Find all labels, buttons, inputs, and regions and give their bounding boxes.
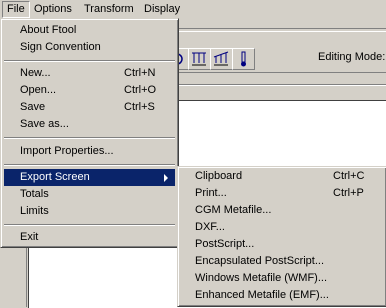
- menu-bar: File Options Transform Display: [0, 0, 386, 19]
- menu-item-emf[interactable]: Enhanced Metafile (EMF)...: [181, 287, 383, 304]
- linear-load-icon: [213, 51, 229, 66]
- menu-item-open[interactable]: Open... Ctrl+O: [4, 82, 175, 99]
- menu-item-label: PostScript...: [195, 238, 255, 250]
- menu-item-new[interactable]: New... Ctrl+N: [4, 65, 175, 82]
- menu-item-clipboard[interactable]: Clipboard Ctrl+C: [181, 168, 383, 185]
- menu-item-label: Encapsulated PostScript...: [195, 255, 325, 267]
- distributed-load-icon: [192, 52, 206, 66]
- shortcut-label: Ctrl+N: [124, 67, 156, 79]
- menu-item-encapsulated-postscript[interactable]: Encapsulated PostScript...: [181, 253, 383, 270]
- menu-item-print[interactable]: Print... Ctrl+P: [181, 185, 383, 202]
- thermometer-icon: [241, 51, 246, 67]
- menu-item-label: About Ftool: [20, 24, 77, 36]
- menu-item-label: Totals: [20, 188, 49, 200]
- menu-item-limits[interactable]: Limits: [4, 203, 175, 220]
- menu-item-label: Limits: [20, 205, 49, 217]
- menu-separator: [4, 224, 175, 226]
- menu-item-sign-convention[interactable]: Sign Convention: [4, 39, 175, 56]
- menu-item-label: Clipboard: [195, 170, 243, 182]
- linear-load-button[interactable]: [210, 48, 233, 70]
- menu-item-import-properties[interactable]: Import Properties...: [4, 143, 175, 160]
- menu-options[interactable]: Options: [30, 2, 76, 17]
- menu-separator: [4, 137, 175, 139]
- menu-item-label: Save: [20, 101, 46, 113]
- export-screen-submenu: Clipboard Ctrl+C Print... Ctrl+P CGM Metaf…: [177, 166, 386, 307]
- menu-item-label: DXF...: [195, 221, 225, 233]
- menu-item-export-screen[interactable]: Export Screen: [4, 169, 175, 186]
- menu-item-totals[interactable]: Totals: [4, 186, 175, 203]
- menu-item-exit[interactable]: Exit: [4, 229, 175, 246]
- shortcut-label: Ctrl+S: [124, 101, 155, 113]
- shortcut-label: Ctrl+O: [124, 84, 157, 96]
- toolbar-divider: [178, 28, 386, 32]
- shortcut-label: Ctrl+P: [333, 187, 364, 199]
- menu-separator: [4, 164, 175, 166]
- menu-transform[interactable]: Transform: [80, 2, 138, 17]
- menu-item-about[interactable]: About Ftool: [4, 22, 175, 39]
- submenu-arrow-icon: [164, 174, 168, 182]
- menu-item-label: CGM Metafile...: [195, 204, 272, 216]
- menu-display[interactable]: Display: [140, 2, 184, 17]
- distributed-load-button[interactable]: [188, 48, 211, 70]
- menu-item-label: Import Properties...: [20, 145, 114, 157]
- shortcut-label: Ctrl+C: [333, 170, 365, 182]
- menu-item-label: Open...: [20, 84, 57, 96]
- toolbar-separator: [178, 72, 386, 73]
- menu-separator: [4, 60, 175, 62]
- menu-item-label: Sign Convention: [20, 41, 101, 53]
- menu-item-label: Exit: [20, 231, 39, 243]
- menu-item-label: New...: [20, 67, 51, 79]
- menu-item-wmf[interactable]: Windows Metafile (WMF)...: [181, 270, 383, 287]
- menu-item-label: Save as...: [20, 118, 69, 130]
- editing-mode-label: Editing Mode:: [318, 51, 386, 63]
- menu-item-label: Export Screen: [20, 171, 90, 183]
- menu-item-label: Print...: [195, 187, 227, 199]
- menu-file[interactable]: File: [2, 1, 30, 18]
- menu-item-label: Windows Metafile (WMF)...: [195, 272, 328, 284]
- toolbar-separator-lower: [178, 84, 386, 86]
- file-menu: About Ftool Sign Convention New... Ctrl+N…: [0, 18, 179, 248]
- menu-item-dxf[interactable]: DXF...: [181, 219, 383, 236]
- menu-item-label: Enhanced Metafile (EMF)...: [195, 289, 329, 301]
- menu-item-postscript[interactable]: PostScript...: [181, 236, 383, 253]
- menu-item-save[interactable]: Save Ctrl+S: [4, 99, 175, 116]
- menu-item-save-as[interactable]: Save as...: [4, 116, 175, 133]
- menu-item-cgm-metafile[interactable]: CGM Metafile...: [181, 202, 383, 219]
- thermal-load-button[interactable]: [232, 48, 255, 70]
